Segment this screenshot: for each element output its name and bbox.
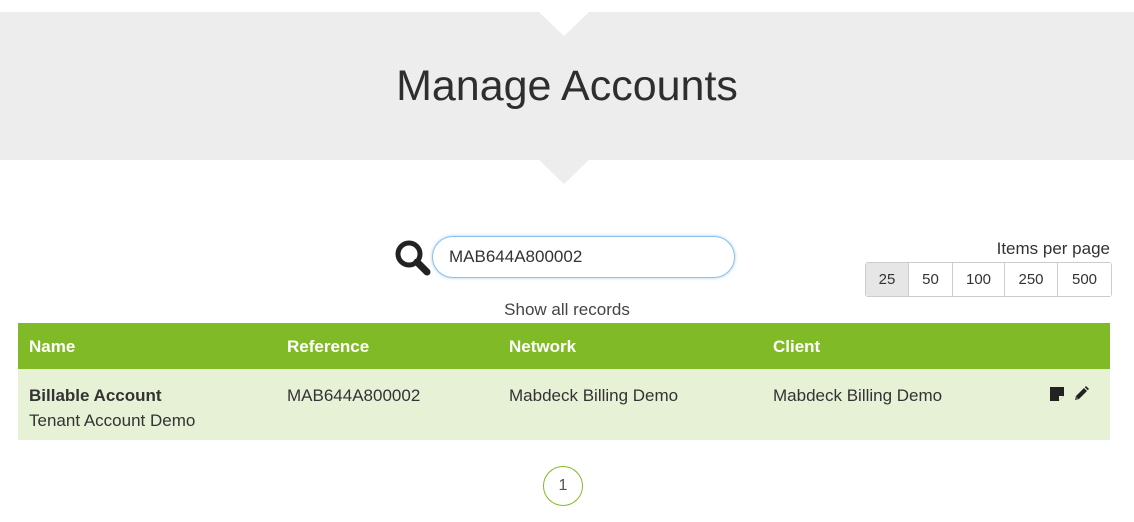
pagination-page-1[interactable]: 1 xyxy=(543,466,583,506)
column-header-client[interactable]: Client xyxy=(773,337,820,357)
page-title: Manage Accounts xyxy=(396,62,738,110)
search-input[interactable] xyxy=(432,236,735,278)
items-per-page-50[interactable]: 50 xyxy=(908,263,952,296)
items-per-page-label: Items per page xyxy=(996,239,1110,258)
items-per-page-500[interactable]: 500 xyxy=(1057,263,1111,296)
accounts-table: Name Reference Network Client Billable A… xyxy=(18,323,1110,440)
items-per-page-100[interactable]: 100 xyxy=(952,263,1004,296)
table-row: Billable Account Tenant Account Demo MAB… xyxy=(18,369,1110,440)
column-header-reference[interactable]: Reference xyxy=(287,337,369,357)
banner-notch-bottom xyxy=(539,160,589,184)
cell-name: Billable Account Tenant Account Demo xyxy=(29,383,195,433)
cell-network: Mabdeck Billing Demo xyxy=(509,386,679,405)
row-actions xyxy=(1048,385,1090,403)
cell-client: Mabdeck Billing Demo xyxy=(773,386,943,405)
note-icon[interactable] xyxy=(1048,385,1066,403)
banner-notch-top xyxy=(539,12,589,36)
pencil-icon[interactable] xyxy=(1072,385,1090,403)
table-header: Name Reference Network Client xyxy=(18,323,1110,369)
items-per-page-250[interactable]: 250 xyxy=(1004,263,1057,296)
cell-reference: MAB644A800002 xyxy=(287,386,421,405)
items-per-page-group: 25 50 100 250 500 xyxy=(865,262,1112,297)
search-icon[interactable] xyxy=(393,238,433,278)
column-header-name[interactable]: Name xyxy=(29,337,75,357)
show-all-records-link[interactable]: Show all records xyxy=(0,300,1134,320)
column-header-network[interactable]: Network xyxy=(509,337,576,357)
account-subname: Tenant Account Demo xyxy=(29,411,196,430)
account-name[interactable]: Billable Account xyxy=(29,383,195,408)
items-per-page-25[interactable]: 25 xyxy=(866,263,908,296)
